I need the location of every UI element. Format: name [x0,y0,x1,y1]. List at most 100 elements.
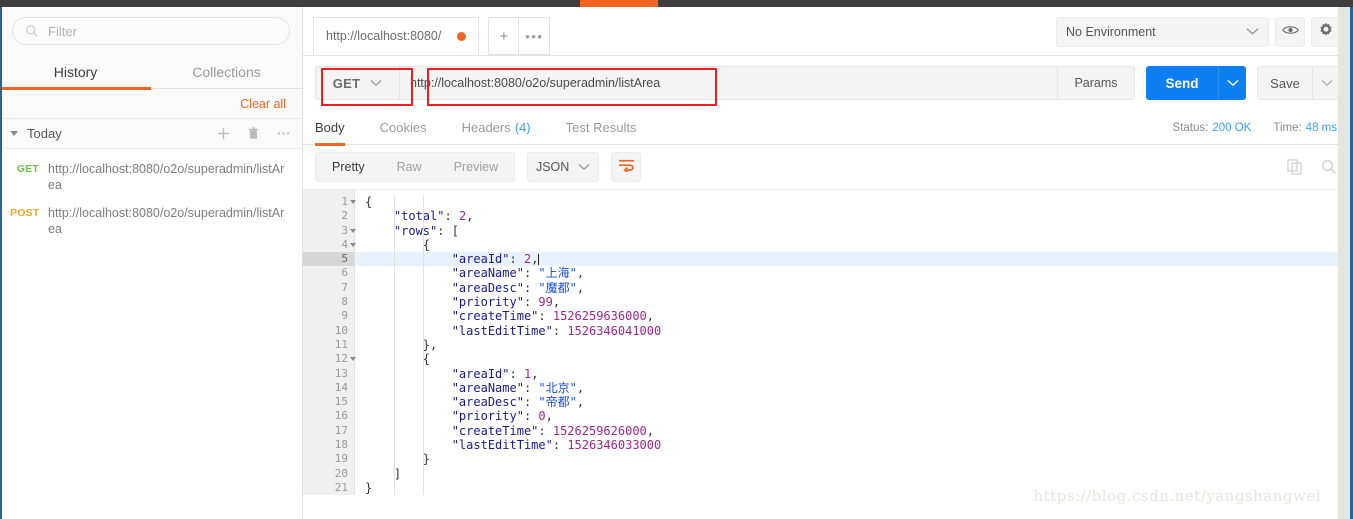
code-lines: { "total": 2, "rows": [ { "areaId": 2, "… [355,190,1353,495]
method-select[interactable]: GET [315,66,399,100]
response-body-viewer[interactable]: 123456789101112131415161718192021 { "tot… [303,189,1353,502]
gear-icon [1318,22,1334,43]
code-token: : [510,367,524,381]
code-token: 2 [524,252,531,266]
list-item[interactable]: GET http://localhost:8080/o2o/superadmin… [0,155,302,199]
tab-body[interactable]: Body [315,110,345,145]
code-token: { [423,238,430,252]
top-strip-accent [580,0,658,7]
tab-cookies[interactable]: Cookies [380,110,427,145]
environment-quick-look-button[interactable] [1275,17,1305,47]
code-line: "areaName": "上海", [355,266,1353,280]
code-token: "上海" [538,266,576,280]
plus-icon[interactable] [217,127,230,140]
copy-icon[interactable] [1287,159,1303,175]
ellipsis-icon: ••• [525,29,543,44]
code-token: "priority" [452,295,524,309]
code-token: , [531,367,538,381]
code-token: 1526259636000 [553,309,647,323]
request-tab[interactable]: http://localhost:8080/ [313,17,479,55]
settings-button[interactable] [1311,17,1341,47]
window-top-strip [0,0,1353,7]
line-number: 18 [303,438,354,452]
text-cursor [538,254,539,265]
trash-icon[interactable] [247,127,260,140]
more-options-icon[interactable] [277,127,290,140]
save-button[interactable]: Save [1257,66,1313,100]
code-token: "createTime" [452,309,539,323]
list-item[interactable]: POST http://localhost:8080/o2o/superadmi… [0,199,302,243]
clear-all-row: Clear all [0,89,302,119]
code-token: , [647,424,654,438]
filter-row: Filter [0,7,302,55]
code-token: : [553,438,567,452]
environment-select-value: No Environment [1066,25,1246,39]
request-url-row: GET http://localhost:8080/o2o/superadmin… [303,56,1353,110]
code-token: : [538,424,552,438]
code-token: "areaName" [452,381,524,395]
url-input[interactable]: http://localhost:8080/o2o/superadmin/lis… [399,66,1058,100]
sidebar-tab-history[interactable]: History [0,55,151,89]
line-number: 19 [303,452,354,466]
tab-headers-count: (4) [515,120,531,135]
time-badge: Time:48 ms [1273,122,1337,134]
line-number: 7 [303,281,354,295]
new-tab-button[interactable]: + [488,17,519,55]
code-line: "areaId": 1, [355,367,1353,381]
code-token: : [538,309,552,323]
response-meta: Status:200 OK Time:48 ms [1173,110,1337,145]
code-token: "createTime" [452,424,539,438]
code-line: "rows": [ [355,224,1353,238]
code-token: }, [423,338,437,352]
code-token: : [510,252,524,266]
code-line: } [355,452,1353,466]
tab-test-results[interactable]: Test Results [566,110,637,145]
code-token: : [444,209,458,223]
tab-headers[interactable]: Headers (4) [462,110,531,145]
code-token: , [531,252,538,266]
view-mode-preview[interactable]: Preview [438,152,514,182]
code-token: 1526346041000 [567,324,661,338]
chevron-down-icon[interactable] [10,131,18,136]
save-options-button[interactable] [1313,66,1341,100]
code-token: "北京" [538,381,576,395]
code-token: , [466,209,473,223]
code-token: ] [394,467,401,481]
code-token: { [365,195,372,209]
search-icon[interactable] [1321,159,1337,175]
params-button[interactable]: Params [1058,66,1135,100]
chevron-down-icon [1246,23,1259,41]
word-wrap-button[interactable] [611,152,641,182]
code-token: : [524,295,538,309]
history-item-url: http://localhost:8080/o2o/superadmin/lis… [48,161,290,193]
code-token: 99 [538,295,552,309]
environment-select[interactable]: No Environment [1056,17,1269,47]
new-tab-label: + [499,28,508,45]
code-token: "total" [394,209,445,223]
send-options-button[interactable] [1218,66,1246,100]
code-line: "lastEditTime": 1526346041000 [355,324,1353,338]
send-button-label: Send [1165,76,1198,91]
clear-all-button[interactable]: Clear all [240,97,286,111]
filter-input[interactable]: Filter [12,17,290,45]
main-pane: http://localhost:8080/ + ••• No Environm… [303,7,1353,519]
line-number-gutter: 123456789101112131415161718192021 [303,190,355,495]
code-line: "areaName": "北京", [355,381,1353,395]
line-number: 3 [303,224,354,238]
chevron-down-icon [578,158,590,176]
code-token: } [365,481,372,495]
time-label: Time: [1273,122,1301,134]
view-mode-raw[interactable]: Raw [381,152,438,182]
history-group-today[interactable]: Today [0,119,302,149]
line-number: 8 [303,295,354,309]
code-token: "areaDesc" [452,281,524,295]
sidebar-tab-collections[interactable]: Collections [151,55,302,89]
code-token: : [524,381,538,395]
format-select-value: JSON [536,160,569,174]
view-mode-pretty[interactable]: Pretty [316,152,381,182]
line-number: 1 [303,195,354,209]
sidebar-tabs: History Collections [0,55,302,89]
format-select[interactable]: JSON [527,152,599,182]
tab-more-button[interactable]: ••• [519,17,550,55]
send-button[interactable]: Send [1146,66,1218,100]
